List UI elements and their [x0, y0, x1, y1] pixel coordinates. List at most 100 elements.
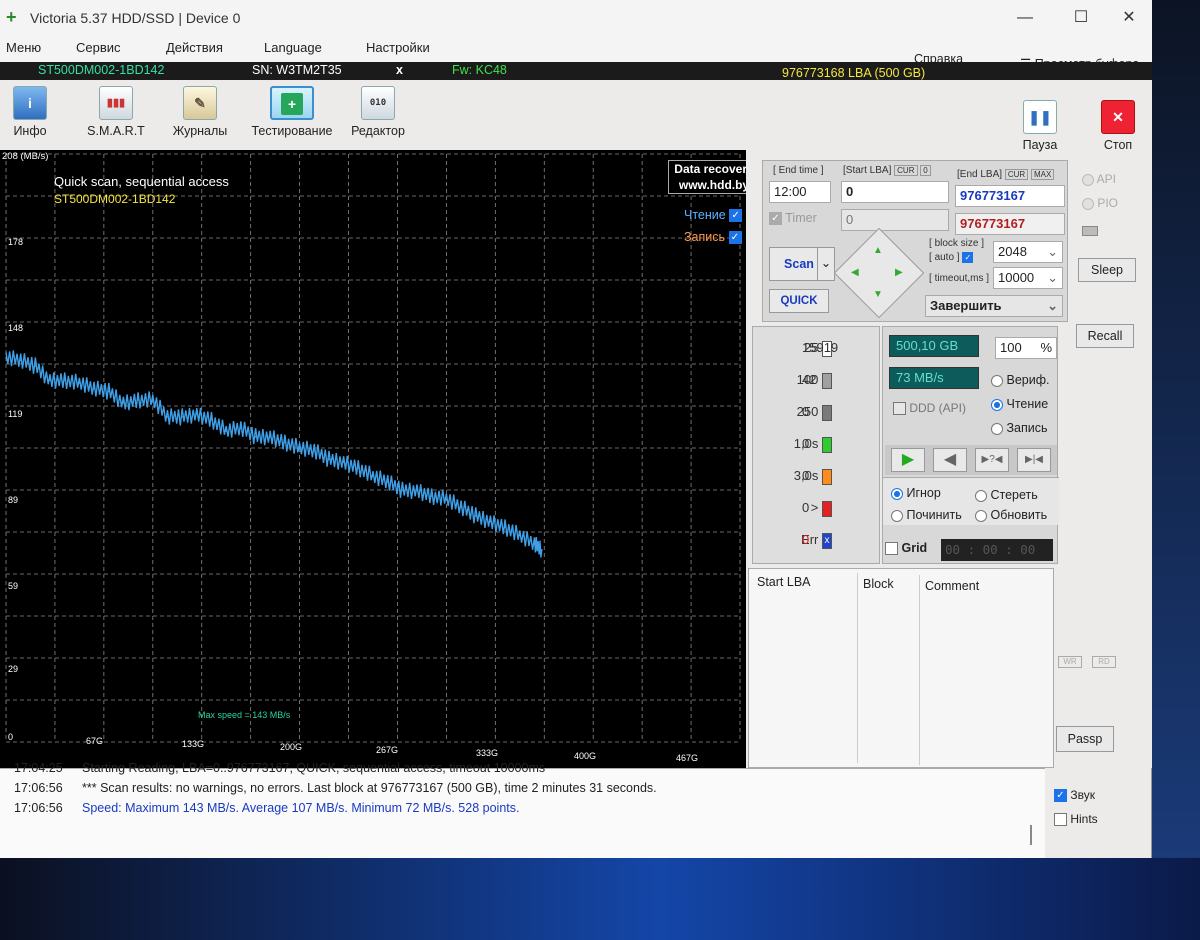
editor-button[interactable]: 010 Редактор — [342, 86, 414, 148]
stop-icon: ✕ — [1101, 100, 1135, 134]
write-radio[interactable] — [991, 422, 1003, 435]
testing-button[interactable]: + Тестирование — [250, 86, 334, 148]
smart-icon: ▮▮▮ — [99, 86, 133, 120]
read-option[interactable]: Чтение — [991, 397, 1048, 411]
skip-button[interactable]: ▶?◀ — [975, 448, 1009, 472]
sound-checkbox[interactable]: ✓ — [1054, 789, 1067, 803]
smart-button[interactable]: ▮▮▮ S.M.A.R.T — [80, 86, 152, 148]
pio-option[interactable]: PIO — [1082, 196, 1118, 210]
legend-write-checkbox[interactable]: ✓ — [728, 231, 742, 245]
scan-dropdown[interactable]: ⌄ — [817, 247, 835, 281]
erase-option[interactable]: Стереть — [975, 488, 1038, 502]
read-speed-point — [225, 430, 227, 432]
drive-lba: 976773168 LBA (500 GB) — [782, 66, 926, 80]
stats-row-100: 100 42 — [754, 372, 876, 404]
menu-bar: Меню Сервис Действия Language Настройки … — [0, 36, 1152, 71]
finish-action-select[interactable]: Завершить ⌄ — [925, 295, 1063, 317]
stats-color-block — [822, 404, 832, 421]
legend-read-checkbox[interactable]: ✓ — [729, 209, 743, 223]
menu-item-settings[interactable]: Настройки — [366, 40, 430, 55]
ddd-checkbox[interactable] — [893, 402, 906, 416]
auto-checkbox[interactable]: ✓ — [962, 251, 974, 263]
api-radio[interactable] — [1082, 173, 1094, 186]
percent-readout: 100 % — [995, 337, 1057, 359]
pio-radio[interactable] — [1082, 197, 1094, 210]
erase-radio[interactable] — [975, 489, 987, 502]
end-button[interactable]: ▶|◀ — [1017, 448, 1051, 472]
log-scrollbar[interactable] — [1030, 825, 1032, 845]
chart-drive-model: ST500DM002-1BD142 — [54, 192, 176, 206]
table-header-start-lba[interactable]: Start LBA — [757, 575, 811, 589]
end-lba-field-2[interactable]: 976773167 — [955, 213, 1065, 235]
play-button[interactable]: ▶ — [891, 448, 925, 472]
journals-label: Журналы — [172, 124, 228, 138]
sleep-button[interactable]: Sleep — [1078, 258, 1136, 282]
grid-checkbox[interactable] — [885, 542, 898, 556]
end-lba-field[interactable]: 976773167 — [955, 185, 1065, 207]
read-speed-point — [489, 520, 492, 523]
drive-close-x[interactable]: x — [396, 63, 403, 77]
ignore-option[interactable]: Игнор — [891, 486, 941, 500]
error-action-group: Игнор Стереть Починить Обновить — [883, 477, 1059, 525]
minimize-button[interactable]: — — [1010, 6, 1040, 30]
write-option[interactable]: Запись — [991, 421, 1048, 435]
data-recovery-logo[interactable]: Data recovery www.hdd.by — [668, 160, 746, 194]
refresh-option[interactable]: Обновить — [975, 508, 1047, 522]
timer-toggle[interactable]: ✓ Timer — [769, 211, 817, 226]
repair-option[interactable]: Починить — [891, 508, 962, 522]
start-lba-field-2[interactable]: 0 — [841, 209, 949, 231]
right-sidebar: API PIO Sleep Recall WR RD Passp — [1056, 154, 1152, 768]
passp-button[interactable]: Passp — [1056, 726, 1114, 752]
stop-button[interactable]: ✕ Стоп — [1082, 100, 1154, 162]
read-radio[interactable] — [991, 398, 1003, 411]
arrow-right-icon[interactable]: ▶ — [895, 267, 903, 278]
menu-item-service[interactable]: Сервис — [76, 40, 121, 55]
ignore-radio[interactable] — [891, 487, 903, 500]
grid-toggle[interactable]: Grid — [885, 541, 927, 556]
read-speed-point — [284, 441, 286, 444]
direction-pad[interactable] — [833, 227, 925, 319]
info-button[interactable]: i Инфо — [0, 86, 66, 148]
pause-button[interactable]: ❚❚ Пауза — [1004, 100, 1076, 162]
rd-indicator: RD — [1092, 656, 1116, 668]
arrow-left-icon[interactable]: ◀ — [851, 267, 859, 278]
read-speed-point — [19, 359, 22, 362]
arrow-up-icon[interactable]: ▲ — [873, 245, 883, 256]
quick-button[interactable]: QUICK — [769, 289, 829, 313]
recall-button[interactable]: Recall — [1076, 324, 1134, 348]
legend-write[interactable]: Запись ✓ — [684, 230, 742, 245]
close-button[interactable]: ✕ — [1114, 6, 1144, 30]
hints-checkbox[interactable] — [1054, 813, 1067, 827]
stats-color-block — [822, 500, 832, 517]
timer-checkbox[interactable]: ✓ — [769, 212, 782, 226]
legend-read[interactable]: Чтение ✓ — [684, 208, 743, 223]
arrow-down-icon[interactable]: ▼ — [873, 289, 883, 300]
menu-item-menu[interactable]: Меню — [6, 40, 41, 55]
table-header-comment[interactable]: Comment — [925, 579, 979, 593]
first-aid-icon: + — [270, 86, 314, 120]
toolbar: i Инфо ▮▮▮ S.M.A.R.T ✎ Журналы + Тестиро… — [0, 80, 1152, 154]
repair-radio[interactable] — [891, 509, 903, 522]
read-speed-point — [240, 427, 242, 430]
menu-item-actions[interactable]: Действия — [166, 40, 223, 55]
verify-radio[interactable] — [991, 374, 1003, 387]
journals-button[interactable]: ✎ Журналы — [164, 86, 236, 148]
start-lba-field[interactable]: 0 — [841, 181, 949, 203]
stats-color-block — [822, 436, 832, 453]
hints-toggle[interactable]: Hints — [1054, 812, 1098, 827]
drive-model[interactable]: ST500DM002-1BD142 — [38, 63, 164, 77]
block-size-select[interactable]: 2048 ⌄ — [993, 241, 1063, 263]
end-time-field[interactable]: 12:00 — [769, 181, 831, 203]
timeout-select[interactable]: 10000 ⌄ — [993, 267, 1063, 289]
ddd-api-option[interactable]: DDD (API) — [893, 401, 966, 416]
menu-item-language[interactable]: Language — [264, 40, 322, 55]
sound-toggle[interactable]: ✓ Звук — [1054, 788, 1095, 803]
maximize-button[interactable]: ☐ — [1066, 6, 1096, 30]
verify-option[interactable]: Вериф. — [991, 373, 1049, 387]
table-header-block[interactable]: Block — [863, 577, 894, 591]
refresh-radio[interactable] — [975, 509, 987, 522]
reverse-button[interactable]: ◀ — [933, 448, 967, 472]
read-speed-point — [328, 458, 330, 461]
read-speed-point — [372, 475, 374, 478]
api-option[interactable]: API — [1082, 172, 1116, 186]
